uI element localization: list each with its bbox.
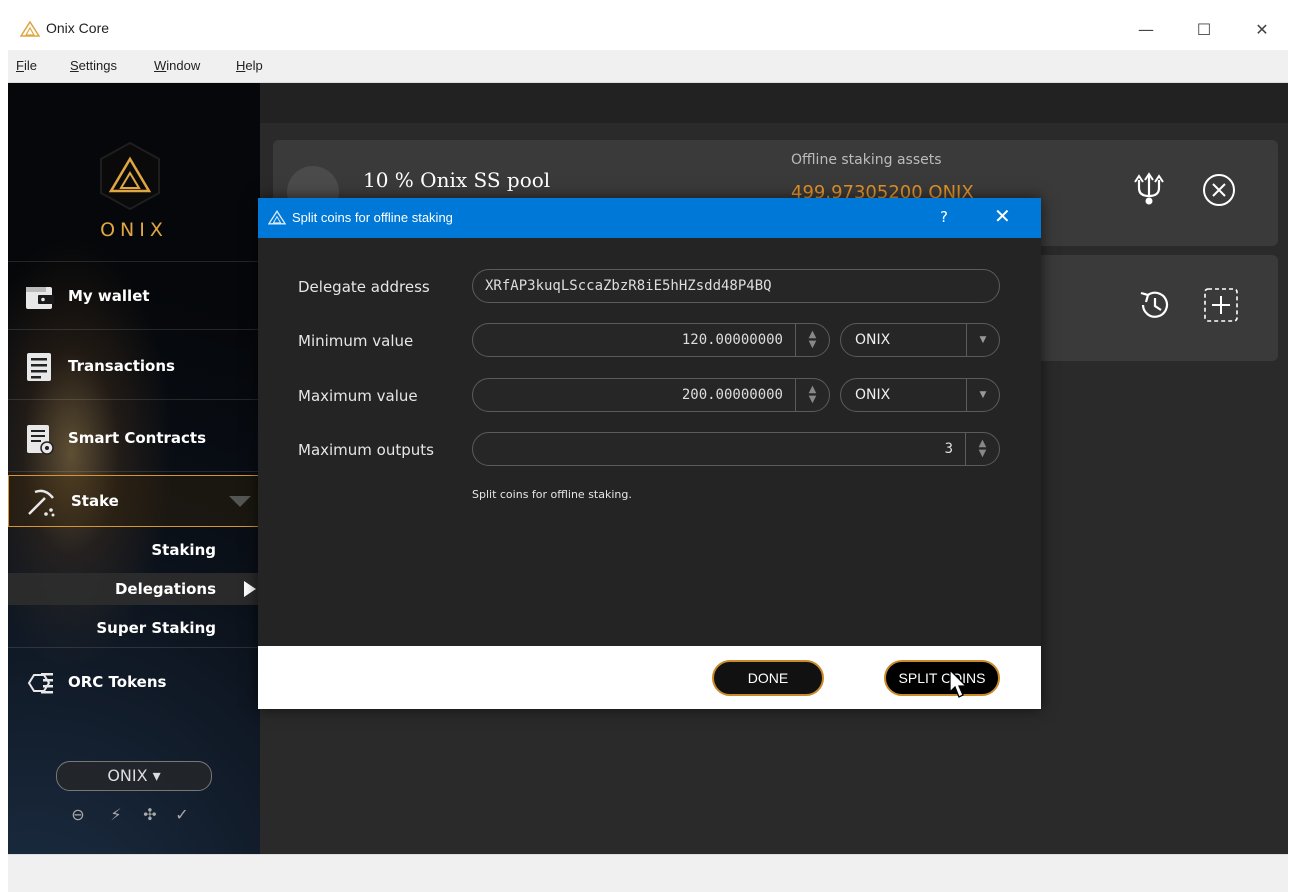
active-arrow-icon — [244, 581, 256, 597]
maximum-unit-select[interactable]: ONIX ▼ — [840, 378, 1000, 412]
delegate-address-label: Delegate address — [298, 278, 430, 296]
spinner-arrows-icon[interactable]: ▲ ▼ — [965, 433, 999, 465]
dialog-header: Split coins for offline staking ? ✕ — [258, 198, 1041, 238]
minimize-button[interactable]: — — [1124, 8, 1168, 50]
spinner-arrows-icon[interactable]: ▲ ▼ — [795, 379, 829, 411]
nav-label: ORC Tokens — [68, 673, 167, 691]
split-coins-dialog: Split coins for offline staking ? ✕ Dele… — [258, 198, 1041, 709]
assets-label: Offline staking assets — [791, 152, 942, 168]
maximum-unit-value: ONIX — [855, 387, 891, 403]
nav-my-wallet[interactable]: My wallet — [8, 271, 260, 323]
spinner-arrows-icon[interactable]: ▲ ▼ — [795, 324, 829, 356]
maximum-outputs-value: 3 — [944, 441, 953, 457]
add-delegation-icon[interactable] — [1201, 285, 1241, 325]
onix-logo-icon — [20, 21, 40, 37]
nav-label: Smart Contracts — [68, 429, 207, 447]
menu-help[interactable]: Help — [236, 58, 263, 73]
dialog-hint-text: Split coins for offline staking. — [472, 488, 632, 501]
network-icon: ✣ — [143, 805, 157, 824]
nav-label: Stake — [71, 492, 119, 510]
minimum-value-amount: 120.00000000 — [681, 332, 783, 348]
split-coins-icon[interactable] — [1129, 170, 1169, 210]
nav-divider — [8, 261, 260, 262]
window-title: Onix Core — [46, 20, 110, 36]
minimum-value-label: Minimum value — [298, 332, 414, 350]
nav-orc-tokens[interactable]: ORC Tokens — [8, 657, 260, 709]
menu-file[interactable]: File — [16, 58, 37, 73]
maximum-value-field[interactable]: 200.00000000 ▲ ▼ — [472, 378, 830, 412]
onix-brand-logo-icon — [100, 141, 160, 211]
dialog-help-button[interactable]: ? — [940, 208, 948, 226]
history-icon[interactable] — [1135, 285, 1175, 325]
staking-bolt-icon: ⚡ — [110, 805, 122, 824]
sidebar: ONIX My wallet Transactions Smart Contra… — [8, 83, 260, 854]
wallet-icon — [26, 287, 54, 309]
onix-logo-icon — [268, 210, 286, 225]
nav-divider — [8, 399, 260, 400]
brand-wordmark: ONIX — [100, 219, 168, 241]
sub-nav-super-staking[interactable]: Super Staking — [96, 619, 216, 637]
maximum-value-label: Maximum value — [298, 387, 418, 405]
nav-smart-contracts[interactable]: Smart Contracts — [8, 413, 260, 465]
minimum-value-field[interactable]: 120.00000000 ▲ ▼ — [472, 323, 830, 357]
transactions-list-icon — [27, 353, 51, 381]
sync-check-icon: ✓ — [175, 805, 189, 824]
menu-window[interactable]: Window — [154, 58, 200, 73]
nav-label: My wallet — [68, 287, 150, 305]
unit-selector[interactable]: ONIX ▾ — [56, 761, 212, 791]
close-window-button[interactable]: ✕ — [1240, 8, 1284, 50]
minimum-unit-select[interactable]: ONIX ▼ — [840, 323, 1000, 357]
maximize-button[interactable]: ☐ — [1182, 8, 1226, 50]
nav-divider — [8, 329, 260, 330]
nav-stake[interactable]: Stake — [8, 475, 260, 527]
maximum-outputs-field[interactable]: 3 ▲ ▼ — [472, 432, 1000, 466]
token-icon — [27, 673, 53, 694]
chevron-down-icon — [229, 496, 251, 507]
pool-title: 10 % Onix SS pool — [363, 168, 551, 192]
menu-settings[interactable]: Settings — [70, 58, 117, 73]
sub-nav-staking[interactable]: Staking — [151, 541, 216, 559]
dialog-title: Split coins for offline staking — [292, 210, 453, 225]
done-button[interactable]: DONE — [712, 660, 824, 696]
smart-contract-icon — [27, 425, 54, 455]
dialog-close-button[interactable]: ✕ — [994, 204, 1011, 228]
split-coins-button[interactable]: SPLIT COINS — [884, 660, 1000, 696]
delegate-address-field[interactable]: XRfAP3kuqLSccaZbzR8iE5hHZsdd48P4BQ — [472, 269, 1000, 303]
nav-transactions[interactable]: Transactions — [8, 341, 260, 393]
maximum-value-amount: 200.00000000 — [681, 387, 783, 403]
nav-divider — [8, 647, 260, 648]
window-titlebar: Onix Core — ☐ ✕ — [8, 8, 1288, 50]
nav-divider — [8, 471, 260, 472]
remove-delegation-icon[interactable] — [1199, 170, 1239, 210]
chevron-down-icon: ▼ — [966, 379, 999, 411]
nav-label: Transactions — [68, 357, 175, 375]
sub-nav-delegations[interactable]: Delegations — [115, 580, 216, 598]
minus-circle-icon: ⊖ — [71, 805, 85, 824]
main-top-strip — [260, 83, 1288, 123]
delegate-address-value: XRfAP3kuqLSccaZbzR8iE5hHZsdd48P4BQ — [485, 278, 772, 294]
minimum-unit-value: ONIX — [855, 332, 891, 348]
maximum-outputs-label: Maximum outputs — [298, 441, 434, 459]
status-bar — [8, 854, 1288, 892]
mouse-cursor-icon — [949, 668, 968, 698]
chevron-down-icon: ▼ — [966, 324, 999, 356]
pickaxe-icon — [28, 489, 55, 517]
menu-bar: File Settings Window Help — [8, 50, 1288, 83]
dialog-footer: DONE SPLIT COINS — [258, 646, 1041, 709]
